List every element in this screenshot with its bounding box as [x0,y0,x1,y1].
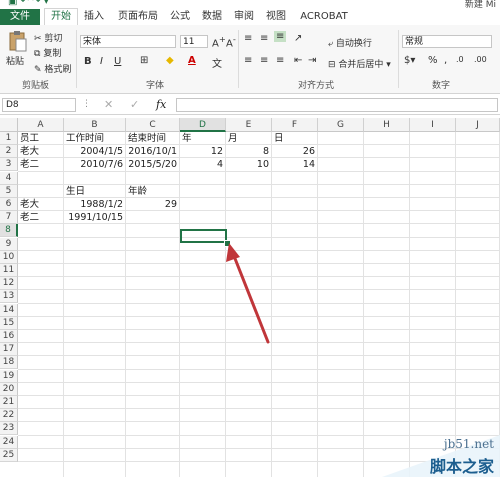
watermark-name: 脚本之家 [429,457,494,476]
watermark-site: jb51.net [443,437,494,451]
annotation-arrow [226,243,270,344]
watermark: jb51.net 脚本之家 [382,435,500,477]
